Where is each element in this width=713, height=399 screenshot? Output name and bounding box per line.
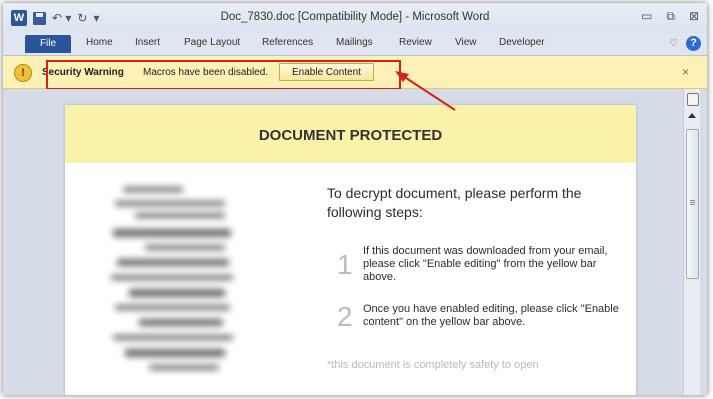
ribbon-right-controls: ♡ ? [669, 36, 701, 51]
vertical-scrollbar[interactable] [683, 89, 700, 395]
blurred-document-image [105, 183, 243, 383]
scrollbar-thumb[interactable] [686, 129, 699, 279]
tab-mailings[interactable]: Mailings [336, 37, 373, 48]
word-window: W ↶ ▾ ↻ ▾ Doc_7830.doc [Compatibility Mo… [3, 3, 707, 395]
tab-review[interactable]: Review [399, 37, 432, 48]
tab-page-layout[interactable]: Page Layout [184, 37, 240, 48]
protected-banner: DOCUMENT PROTECTED [65, 105, 636, 163]
banner-title: DOCUMENT PROTECTED [258, 127, 443, 144]
warning-icon: ! [14, 64, 32, 82]
tab-insert[interactable]: Insert [135, 37, 160, 48]
tab-file[interactable]: File [25, 35, 71, 53]
window-controls: ▭ ⧉ ⊠ [641, 9, 699, 24]
instructions-heading: To decrypt document, please perform the … [327, 185, 582, 220]
restore-icon[interactable]: ⧉ [666, 9, 675, 24]
tab-home[interactable]: Home [86, 37, 113, 48]
help-icon[interactable]: ? [686, 36, 701, 51]
tab-references[interactable]: References [262, 37, 313, 48]
grip-icon [690, 200, 695, 201]
ribbon-tabs: File Home Insert Page Layout References … [3, 33, 707, 56]
tab-view[interactable]: View [455, 37, 477, 48]
safety-note: *this document is completely safety to o… [327, 359, 539, 371]
minimize-icon[interactable]: ▭ [641, 9, 652, 24]
tab-developer[interactable]: Developer [499, 37, 545, 48]
close-window-icon[interactable]: ⊠ [689, 9, 699, 24]
ribbon-minimize-icon[interactable]: ♡ [669, 38, 678, 49]
step-1-number: 1 [337, 249, 353, 280]
scroll-up-arrow-icon[interactable] [688, 113, 696, 118]
message-bar-close-icon[interactable]: × [682, 65, 689, 79]
document-page[interactable]: DOCUMENT PROTECTED To decrypt document, … [65, 105, 636, 395]
title-bar: W ↶ ▾ ↻ ▾ Doc_7830.doc [Compatibility Mo… [3, 3, 707, 33]
window-title: Doc_7830.doc [Compatibility Mode] - Micr… [220, 11, 490, 23]
step-2-text: Once you have enabled editing, please cl… [363, 303, 619, 328]
annotation-highlight-box [46, 60, 401, 90]
document-area: DOCUMENT PROTECTED To decrypt document, … [3, 89, 707, 395]
step-1-text: If this document was downloaded from you… [363, 245, 608, 283]
view-ruler-icon[interactable] [687, 93, 699, 106]
step-2-number: 2 [337, 301, 353, 332]
